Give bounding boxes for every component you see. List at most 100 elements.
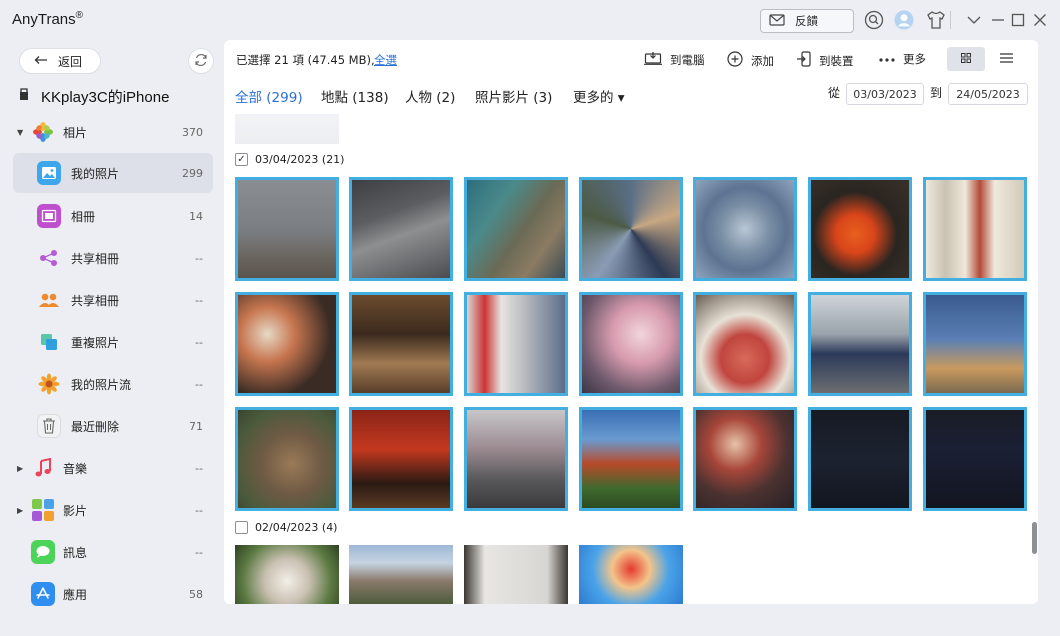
photo-thumbnail[interactable] xyxy=(693,407,797,511)
collapsed-arrow-icon[interactable]: ▶ xyxy=(17,464,23,473)
sidebar-item-label: 重複照片 xyxy=(71,335,120,350)
tab-people[interactable]: 人物 (2) xyxy=(405,86,455,106)
sidebar-item-videos[interactable]: ▶ 影片 -- xyxy=(13,490,213,530)
photo-thumbnail[interactable] xyxy=(693,292,797,396)
add-label: 添加 xyxy=(751,53,774,68)
date-to-label: 到 xyxy=(930,86,943,100)
sidebar-item-messages[interactable]: 訊息 -- xyxy=(13,532,213,572)
collapsed-arrow-icon[interactable]: ▶ xyxy=(17,506,23,515)
sidebar-item-count: -- xyxy=(195,335,203,349)
photo-thumbnail[interactable] xyxy=(235,114,339,144)
photo-thumbnail[interactable] xyxy=(235,407,339,511)
to-device-button[interactable]: 到裝置 xyxy=(797,51,854,70)
sidebar-item-photo-stream[interactable]: 我的照片流 -- xyxy=(13,364,213,404)
sidebar-item-music[interactable]: ▶ 音樂 -- xyxy=(13,448,213,488)
photo-thumbnail[interactable] xyxy=(808,407,912,511)
people-album-icon xyxy=(37,288,61,312)
trash-icon xyxy=(37,414,61,438)
photo-thumbnail[interactable] xyxy=(464,407,568,511)
list-view-button[interactable] xyxy=(987,47,1025,71)
date-to-field[interactable]: 24/05/2023 xyxy=(948,83,1028,105)
tab-live-photos[interactable]: 照片影片 (3) xyxy=(475,86,552,106)
photo-thumbnail[interactable] xyxy=(464,177,568,281)
photo-thumbnail[interactable] xyxy=(349,545,453,604)
sidebar-item-shared-people[interactable]: 共享相冊 -- xyxy=(13,280,213,320)
tab-places[interactable]: 地點 (138) xyxy=(321,86,389,106)
sidebar-item-albums[interactable]: 相冊 14 xyxy=(13,196,213,236)
refresh-icon xyxy=(194,53,208,70)
photo-thumbnail[interactable] xyxy=(349,292,453,396)
minimize-icon[interactable] xyxy=(988,10,1008,30)
album-icon xyxy=(37,204,61,228)
photo-thumbnail[interactable] xyxy=(579,407,683,511)
close-icon[interactable] xyxy=(1030,10,1050,30)
sidebar-item-recently-deleted[interactable]: 最近刪除 71 xyxy=(13,406,213,446)
sidebar-item-count: -- xyxy=(195,545,203,559)
photo-thumbnail[interactable] xyxy=(923,407,1027,511)
date-from-label: 從 xyxy=(828,86,841,100)
tab-more-dropdown[interactable]: 更多的 ▾ xyxy=(573,86,625,106)
photo-thumbnail[interactable] xyxy=(235,545,339,604)
grid-view-button[interactable] xyxy=(947,47,985,71)
maximize-icon[interactable] xyxy=(1008,10,1028,30)
date-group-header: 02/04/2023 (4) xyxy=(235,521,337,534)
photo-thumbnail[interactable] xyxy=(693,177,797,281)
select-all-link[interactable]: 全選 xyxy=(374,52,397,68)
photo-thumbnail[interactable] xyxy=(464,292,568,396)
tab-all[interactable]: 全部 (299) xyxy=(235,86,303,106)
video-icon xyxy=(31,498,55,522)
photo-thumbnail[interactable] xyxy=(579,292,683,396)
scrollbar-thumb[interactable] xyxy=(1032,522,1037,554)
sidebar-item-shared-albums[interactable]: 共享相冊 -- xyxy=(13,238,213,278)
selection-summary: 已選擇 21 項 (47.45 MB), xyxy=(236,53,375,67)
skin-shirt-icon[interactable] xyxy=(926,10,946,30)
photo-thumbnail[interactable] xyxy=(349,177,453,281)
photo-thumbnail[interactable] xyxy=(579,177,683,281)
photo-thumbnail[interactable] xyxy=(349,407,453,511)
add-icon xyxy=(727,51,743,70)
sidebar-item-label: 訊息 xyxy=(63,545,88,560)
sidebar-item-label: 相冊 xyxy=(71,209,96,224)
sidebar-item-my-photos[interactable]: 我的照片 299 xyxy=(13,153,213,193)
main-panel: 已選擇 21 項 (47.45 MB), 全選 到電腦 添加 到裝置 更多 全部… xyxy=(224,40,1038,604)
to-device-icon xyxy=(797,51,811,70)
expanded-arrow-icon[interactable]: ▼ xyxy=(17,128,23,137)
titlebar-divider xyxy=(946,10,954,30)
add-button[interactable]: 添加 xyxy=(727,51,774,70)
sidebar-item-count: 71 xyxy=(189,419,203,433)
sidebar-item-label: 共享相冊 xyxy=(71,251,120,266)
refresh-button[interactable] xyxy=(188,48,214,74)
more-button[interactable]: 更多 xyxy=(879,51,926,67)
photo-thumbnail[interactable] xyxy=(579,545,683,604)
date-from-field[interactable]: 03/03/2023 xyxy=(846,83,924,105)
sidebar-item-apps[interactable]: 應用 58 xyxy=(13,574,213,614)
photo-thumbnail[interactable] xyxy=(464,545,568,604)
sidebar-item-label: 共享相冊 xyxy=(71,293,120,308)
music-icon xyxy=(31,456,55,480)
photo-thumbnail[interactable] xyxy=(235,292,339,396)
feedback-button[interactable]: 反饋 xyxy=(760,9,854,33)
sidebar-item-photos[interactable]: ▼ 相片 370 xyxy=(13,112,213,152)
back-button[interactable]: 返回 xyxy=(19,48,101,74)
search-icon[interactable] xyxy=(864,10,884,30)
group-checkbox[interactable]: ✓ xyxy=(235,153,248,166)
my-photos-icon xyxy=(37,161,61,185)
sidebar-item-duplicates[interactable]: 重複照片 -- xyxy=(13,322,213,362)
photo-thumbnail[interactable] xyxy=(808,177,912,281)
photo-thumbnail[interactable] xyxy=(235,177,339,281)
sidebar-item-count: -- xyxy=(195,461,203,475)
photo-thumbnail[interactable] xyxy=(923,292,1027,396)
device-header[interactable]: KKplay3C的iPhone xyxy=(19,86,169,107)
mail-icon xyxy=(769,13,785,29)
sidebar-item-count: -- xyxy=(195,251,203,265)
group-checkbox[interactable] xyxy=(235,521,248,534)
device-name: KKplay3C的iPhone xyxy=(41,89,170,106)
photo-thumbnail[interactable] xyxy=(923,177,1027,281)
account-avatar-icon[interactable] xyxy=(894,10,914,30)
photo-thumbnail[interactable] xyxy=(808,292,912,396)
export-to-computer-button[interactable]: 到電腦 xyxy=(644,51,705,68)
sidebar-item-label: 影片 xyxy=(63,503,88,518)
sidebar-item-label: 相片 xyxy=(63,125,88,140)
sidebar-item-label: 最近刪除 xyxy=(71,419,120,434)
chevron-down-icon[interactable] xyxy=(964,10,984,30)
